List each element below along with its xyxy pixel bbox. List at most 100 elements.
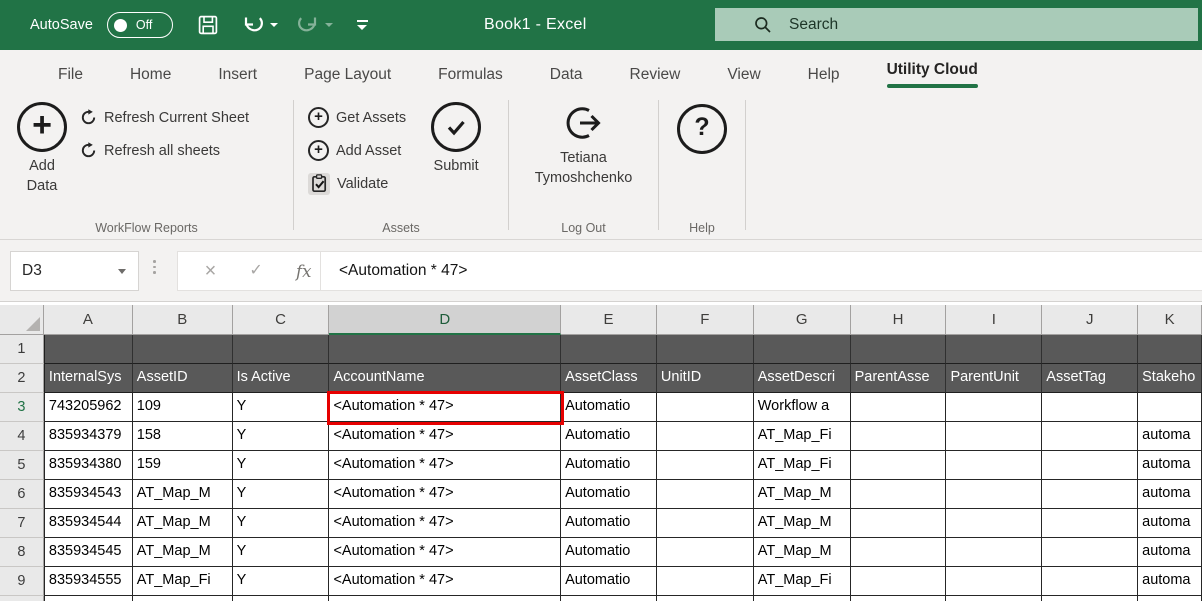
- cell-J5[interactable]: [1042, 451, 1138, 480]
- cell-E8[interactable]: Automatio: [561, 538, 657, 567]
- cell-C3[interactable]: Y: [233, 393, 330, 422]
- cell-F8[interactable]: [657, 538, 754, 567]
- cell-E10[interactable]: [561, 596, 657, 601]
- cell-I7[interactable]: [946, 509, 1042, 538]
- cell-I3[interactable]: [946, 393, 1042, 422]
- column-header-A[interactable]: A: [44, 305, 133, 335]
- get-assets-button[interactable]: + Get Assets: [308, 101, 406, 134]
- cell-C5[interactable]: Y: [233, 451, 330, 480]
- undo-dropdown-caret[interactable]: [270, 23, 278, 27]
- cell-C8[interactable]: Y: [233, 538, 330, 567]
- cell-H9[interactable]: [851, 567, 947, 596]
- cell-E9[interactable]: Automatio: [561, 567, 657, 596]
- cell-A7[interactable]: 835934544: [44, 509, 133, 538]
- cell-J9[interactable]: [1042, 567, 1138, 596]
- cell-K7[interactable]: automa: [1138, 509, 1202, 538]
- cell-H2[interactable]: ParentAsse: [851, 364, 947, 393]
- tab-insert[interactable]: Insert: [218, 62, 257, 84]
- tab-page-layout[interactable]: Page Layout: [304, 62, 391, 84]
- cell-K1[interactable]: [1138, 335, 1202, 364]
- cell-F9[interactable]: [657, 567, 754, 596]
- submit-button[interactable]: Submit: [420, 95, 492, 177]
- cell-K2[interactable]: Stakeho: [1138, 364, 1202, 393]
- cell-G2[interactable]: AssetDescri: [754, 364, 851, 393]
- row-header-8[interactable]: 8: [0, 538, 44, 567]
- cell-A8[interactable]: 835934545: [44, 538, 133, 567]
- cell-E3[interactable]: Automatio: [561, 393, 657, 422]
- cell-E4[interactable]: Automatio: [561, 422, 657, 451]
- select-all-corner[interactable]: [0, 305, 44, 335]
- cell-A5[interactable]: 835934380: [44, 451, 133, 480]
- cell-D3[interactable]: <Automation * 47>: [329, 393, 561, 422]
- cell-H4[interactable]: [851, 422, 947, 451]
- cancel-icon[interactable]: ×: [205, 261, 217, 281]
- validate-button[interactable]: Validate: [308, 167, 406, 200]
- cell-D2[interactable]: AccountName: [329, 364, 561, 393]
- cell-F5[interactable]: [657, 451, 754, 480]
- enter-check-icon[interactable]: ✓: [249, 263, 262, 279]
- cell-F6[interactable]: [657, 480, 754, 509]
- cell-C9[interactable]: Y: [233, 567, 330, 596]
- cell-K3[interactable]: [1138, 393, 1202, 422]
- cell-B8[interactable]: AT_Map_M: [133, 538, 233, 567]
- cell-G9[interactable]: AT_Map_Fi: [754, 567, 851, 596]
- cell-C6[interactable]: Y: [233, 480, 330, 509]
- cell-I4[interactable]: [946, 422, 1042, 451]
- undo-button[interactable]: [241, 14, 265, 36]
- quick-access-more-button[interactable]: [357, 20, 368, 30]
- cell-H6[interactable]: [851, 480, 947, 509]
- cell-F10[interactable]: [657, 596, 754, 601]
- tab-view[interactable]: View: [727, 62, 760, 84]
- refresh-current-sheet-button[interactable]: Refresh Current Sheet: [80, 101, 249, 134]
- save-button[interactable]: [197, 14, 219, 36]
- cell-J10[interactable]: [1042, 596, 1138, 601]
- cell-G6[interactable]: AT_Map_M: [754, 480, 851, 509]
- name-box[interactable]: D3: [10, 251, 139, 291]
- row-header-6[interactable]: 6: [0, 480, 44, 509]
- cell-I6[interactable]: [946, 480, 1042, 509]
- cell-H7[interactable]: [851, 509, 947, 538]
- cell-E5[interactable]: Automatio: [561, 451, 657, 480]
- cell-I8[interactable]: [946, 538, 1042, 567]
- cell-B2[interactable]: AssetID: [133, 364, 233, 393]
- cell-B9[interactable]: AT_Map_Fi: [133, 567, 233, 596]
- search-box[interactable]: [715, 8, 1198, 41]
- row-header-10[interactable]: 10: [0, 596, 44, 601]
- cell-A4[interactable]: 835934379: [44, 422, 133, 451]
- tab-utility-cloud[interactable]: Utility Cloud: [887, 57, 978, 88]
- cell-F2[interactable]: UnitID: [657, 364, 754, 393]
- cell-H10[interactable]: [851, 596, 947, 601]
- cell-C10[interactable]: [233, 596, 330, 601]
- cell-D6[interactable]: <Automation * 47>: [329, 480, 561, 509]
- cell-G8[interactable]: AT_Map_M: [754, 538, 851, 567]
- tab-help[interactable]: Help: [808, 62, 840, 84]
- autosave-toggle[interactable]: Off: [107, 12, 173, 38]
- tab-home[interactable]: Home: [130, 62, 171, 84]
- cell-D4[interactable]: <Automation * 47>: [329, 422, 561, 451]
- cell-B7[interactable]: AT_Map_M: [133, 509, 233, 538]
- cell-C1[interactable]: [233, 335, 330, 364]
- cell-E6[interactable]: Automatio: [561, 480, 657, 509]
- column-header-I[interactable]: I: [946, 305, 1042, 335]
- cell-B5[interactable]: 159: [133, 451, 233, 480]
- cell-B4[interactable]: 158: [133, 422, 233, 451]
- formula-input[interactable]: <Automation * 47>: [320, 251, 1202, 291]
- cell-F3[interactable]: [657, 393, 754, 422]
- add-asset-button[interactable]: + Add Asset: [308, 134, 406, 167]
- cell-J2[interactable]: AssetTag: [1042, 364, 1138, 393]
- row-header-7[interactable]: 7: [0, 509, 44, 538]
- cell-K4[interactable]: automa: [1138, 422, 1202, 451]
- insert-function-icon[interactable]: fx: [296, 262, 311, 281]
- cell-G7[interactable]: AT_Map_M: [754, 509, 851, 538]
- cell-I10[interactable]: [946, 596, 1042, 601]
- cell-A2[interactable]: InternalSys: [44, 364, 133, 393]
- column-header-K[interactable]: K: [1138, 305, 1202, 335]
- cell-C2[interactable]: Is Active: [233, 364, 330, 393]
- cell-D9[interactable]: <Automation * 47>: [329, 567, 561, 596]
- cell-B3[interactable]: 109: [133, 393, 233, 422]
- column-header-H[interactable]: H: [851, 305, 947, 335]
- cell-I5[interactable]: [946, 451, 1042, 480]
- cell-H8[interactable]: [851, 538, 947, 567]
- row-header-4[interactable]: 4: [0, 422, 44, 451]
- cell-D5[interactable]: <Automation * 47>: [329, 451, 561, 480]
